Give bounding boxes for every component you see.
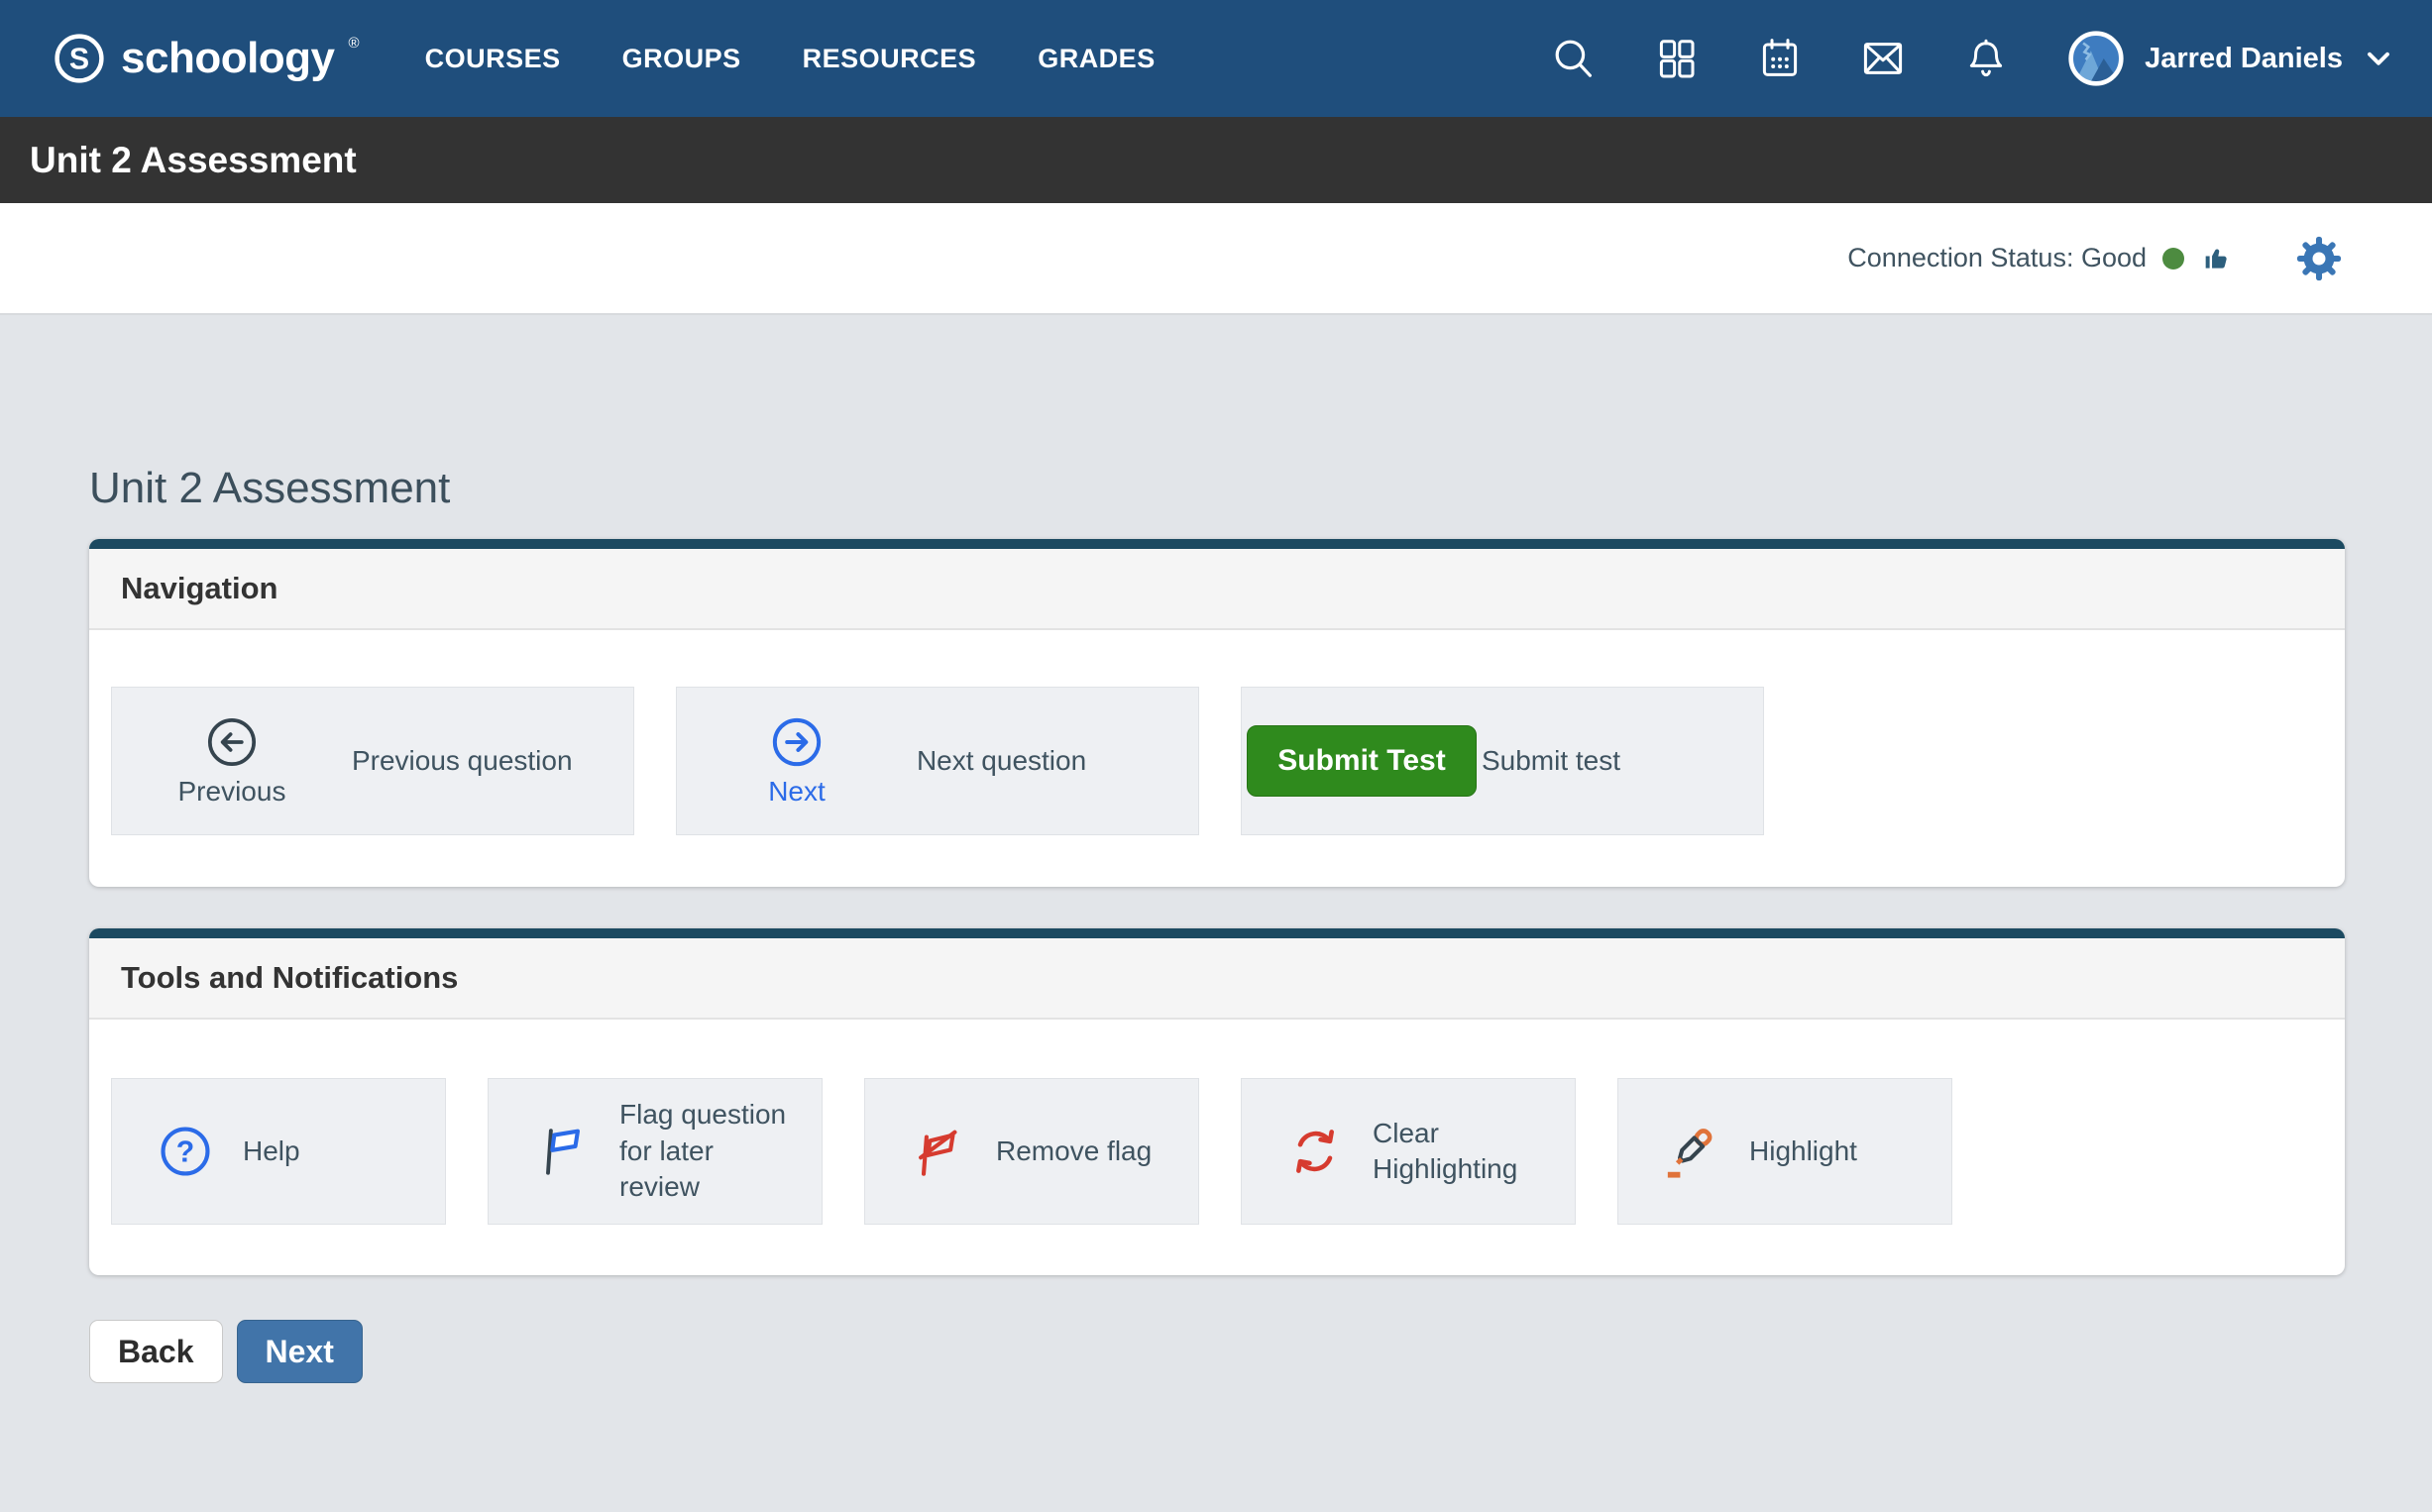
submit-test-card[interactable]: Submit Test Submit test — [1241, 687, 1764, 835]
arrow-left-circle-icon — [204, 714, 260, 770]
svg-text:S: S — [69, 44, 89, 76]
highlight-card[interactable]: Highlight — [1617, 1078, 1952, 1225]
search-button[interactable] — [1550, 35, 1598, 82]
apps-grid-button[interactable] — [1653, 35, 1701, 82]
highlighter-icon — [1663, 1123, 1720, 1180]
assessment-title-bar: Unit 2 Assessment — [0, 117, 2432, 203]
help-card[interactable]: ? Help — [111, 1078, 446, 1225]
remove-flag-card[interactable]: Remove flag — [864, 1078, 1199, 1225]
flag-slash-icon — [910, 1123, 967, 1180]
gear-icon — [2293, 233, 2345, 284]
highlight-label: Highlight — [1739, 1134, 1857, 1169]
assessment-title: Unit 2 Assessment — [30, 140, 357, 181]
previous-question-label: Previous question — [352, 745, 573, 777]
calendar-icon — [1756, 35, 1804, 82]
clear-highlighting-card[interactable]: Clear Highlighting — [1241, 1078, 1576, 1225]
back-button[interactable]: Back — [89, 1320, 223, 1383]
remove-flag-label: Remove flag — [986, 1134, 1152, 1169]
connection-status-label: Connection Status: Good — [1847, 243, 2147, 273]
nav-item-courses[interactable]: COURSES — [425, 44, 561, 74]
main-content: Unit 2 Assessment Navigation Previous — [0, 315, 2432, 1383]
schoology-s-icon: S — [52, 31, 107, 86]
next-button[interactable]: Next — [237, 1320, 363, 1383]
apps-grid-icon — [1653, 35, 1701, 82]
logo-registered-mark: ® — [349, 35, 360, 52]
previous-icon-label: Previous — [178, 776, 286, 808]
avatar — [2065, 28, 2127, 89]
flag-question-label: Flag question for later review — [609, 1097, 796, 1205]
calendar-button[interactable] — [1756, 35, 1804, 82]
logo-text: schoology — [121, 34, 335, 83]
nav-item-grades[interactable]: GRADES — [1038, 44, 1156, 74]
submit-test-label: Submit test — [1482, 745, 1620, 777]
flag-icon — [533, 1123, 591, 1180]
tools-panel-header: Tools and Notifications — [89, 938, 2345, 1020]
schoology-logo[interactable]: S schoology ® — [52, 31, 360, 86]
footer-actions: Back Next — [89, 1320, 2345, 1383]
flag-question-card[interactable]: Flag question for later review — [488, 1078, 823, 1225]
user-menu[interactable]: Jarred Daniels — [2065, 28, 2396, 89]
previous-question-card[interactable]: Previous Previous question — [111, 687, 634, 835]
notifications-button[interactable] — [1962, 35, 2010, 82]
chevron-down-icon — [2361, 41, 2396, 76]
search-icon — [1550, 35, 1598, 82]
help-circle-icon: ? — [157, 1123, 214, 1180]
next-question-card[interactable]: Next Next question — [676, 687, 1199, 835]
mail-icon — [1859, 35, 1907, 82]
tools-panel: Tools and Notifications ? Help — [89, 928, 2345, 1275]
clear-highlighting-label: Clear Highlighting — [1363, 1116, 1549, 1188]
bell-icon — [1962, 35, 2010, 82]
thumbs-up-icon — [2200, 242, 2234, 275]
connection-status-dot — [2162, 248, 2184, 270]
submit-test-button[interactable]: Submit Test — [1247, 725, 1476, 797]
navigation-panel-header: Navigation — [89, 549, 2345, 630]
navigation-panel: Navigation Previous Previous question — [89, 539, 2345, 887]
user-name: Jarred Daniels — [2145, 43, 2343, 75]
nav-item-resources[interactable]: RESOURCES — [803, 44, 977, 74]
main-menu: COURSES GROUPS RESOURCES GRADES — [425, 44, 1156, 74]
refresh-icon — [1286, 1123, 1344, 1180]
page-title: Unit 2 Assessment — [89, 315, 2345, 513]
arrow-right-circle-icon — [769, 714, 825, 770]
help-label: Help — [233, 1134, 300, 1169]
messages-button[interactable] — [1859, 35, 1907, 82]
status-strip: Connection Status: Good — [0, 203, 2432, 315]
svg-text:?: ? — [176, 1136, 194, 1169]
top-navbar: S schoology ® COURSES GROUPS RESOURCES G… — [0, 0, 2432, 117]
settings-button[interactable] — [2293, 233, 2345, 284]
next-question-label: Next question — [917, 745, 1086, 777]
next-icon-label: Next — [768, 776, 826, 808]
nav-item-groups[interactable]: GROUPS — [622, 44, 741, 74]
